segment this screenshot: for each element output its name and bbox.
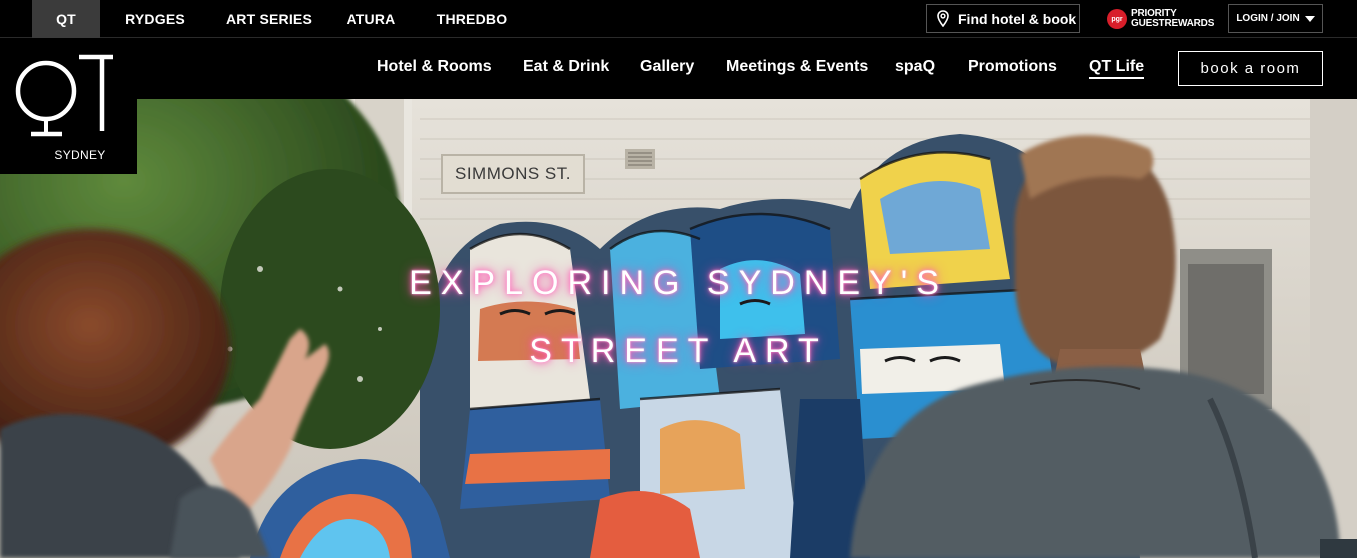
qt-logo-mark	[15, 54, 113, 137]
nav-item-meetings-events[interactable]: Meetings & Events	[726, 58, 868, 76]
brand-tab-atura[interactable]: ATURA	[328, 0, 414, 38]
pgr-logo-icon: pgr	[1107, 9, 1127, 29]
nav-item-spaq[interactable]: spaQ	[895, 58, 935, 76]
login-join-button[interactable]: LOGIN / JOIN	[1228, 4, 1323, 33]
brand-bar: QT RYDGES ART SERIES ATURA THREDBO Find …	[0, 0, 1357, 38]
priority-text: PRIORITY GUESTREWARDS	[1131, 9, 1214, 29]
nav-item-qt-life[interactable]: QT Life	[1089, 58, 1145, 79]
brand-tab-rydges[interactable]: RYDGES	[100, 0, 210, 38]
logo-city-label: SYDNEY	[54, 148, 106, 162]
brand-tab-thredbo[interactable]: THREDBO	[414, 0, 530, 38]
street-sign: SIMMONS ST.	[441, 154, 585, 194]
book-room-button[interactable]: book a room	[1178, 51, 1323, 86]
hero-title-line1: EXPLORING SYDNEY'S	[409, 264, 948, 302]
hero-banner: SIMMONS ST. EXPLORING SYDNEY'S STREET AR…	[0, 99, 1357, 558]
chevron-down-icon	[1304, 15, 1315, 22]
brand-tab-qt[interactable]: QT	[32, 0, 100, 38]
main-nav: Hotel & Rooms Eat & Drink Gallery Meetin…	[0, 39, 1357, 99]
location-pin-icon	[937, 10, 949, 27]
find-hotel-label: Find hotel & book	[958, 10, 1077, 27]
login-join-label: LOGIN / JOIN	[1236, 13, 1300, 24]
brand-tabs: QT RYDGES ART SERIES ATURA THREDBO	[32, 0, 530, 38]
brand-tab-art-series[interactable]: ART SERIES	[210, 0, 328, 38]
nav-item-gallery[interactable]: Gallery	[640, 58, 694, 76]
priority-line2: GUESTREWARDS	[1131, 18, 1215, 29]
nav-item-eat-drink[interactable]: Eat & Drink	[523, 58, 609, 76]
qt-logo[interactable]: SYDNEY	[0, 39, 137, 174]
nav-item-hotel-rooms[interactable]: Hotel & Rooms	[377, 58, 492, 76]
find-hotel-button[interactable]: Find hotel & book	[926, 4, 1080, 33]
hero-street-art-image	[0, 99, 1357, 558]
priority-guest-rewards-link[interactable]: pgr PRIORITY GUESTREWARDS	[1107, 6, 1217, 32]
hero-title-line2: STREET ART	[529, 332, 828, 370]
nav-item-promotions[interactable]: Promotions	[968, 58, 1057, 76]
